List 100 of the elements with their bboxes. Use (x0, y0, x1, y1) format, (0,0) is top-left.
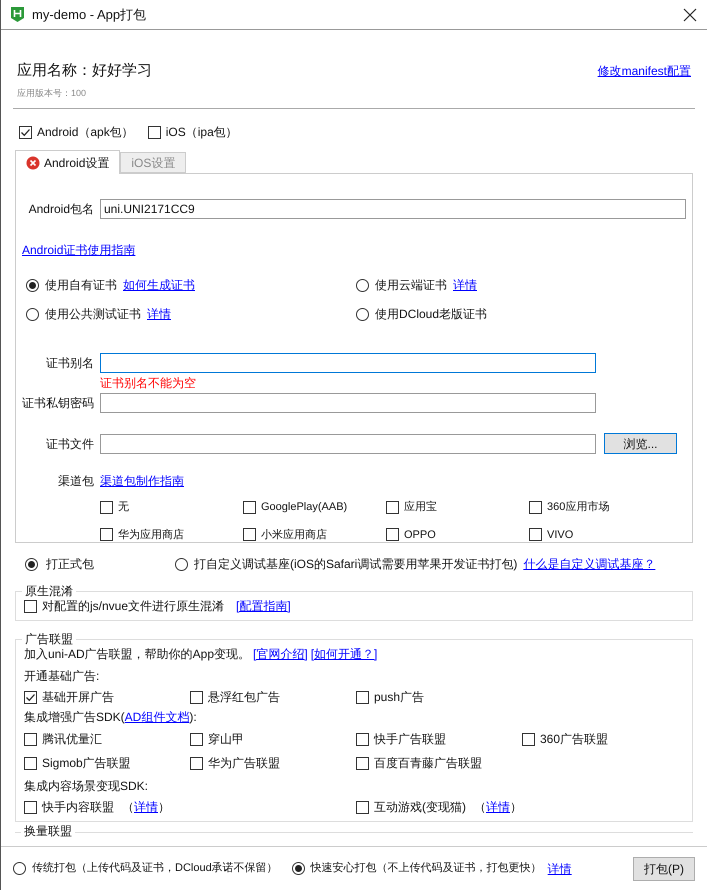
checkbox[interactable]: 腾讯优量汇 (24, 730, 190, 748)
checkbox-label: 360应用市场 (547, 500, 610, 515)
checkbox-box[interactable] (100, 528, 113, 542)
checkbox[interactable]: 无 (100, 499, 243, 516)
checkbox-box[interactable] (386, 528, 399, 542)
link[interactable]: [官网介绍] (253, 645, 308, 663)
radio-button[interactable] (25, 558, 38, 570)
checkbox-box[interactable] (356, 756, 369, 770)
checkbox-box[interactable] (24, 732, 37, 746)
field-label: 证书别名 (45, 355, 94, 372)
text-field[interactable] (100, 393, 596, 413)
checkbox-box[interactable] (243, 500, 256, 514)
radio-button[interactable] (356, 278, 369, 292)
checkbox-box[interactable] (522, 732, 535, 746)
checkbox-box[interactable] (529, 528, 542, 542)
checkbox-box[interactable] (190, 756, 203, 770)
checkbox[interactable]: 小米应用商店 (243, 526, 386, 543)
link[interactable]: 详情 (147, 305, 171, 323)
link[interactable]: 详情 (134, 798, 158, 816)
link[interactable]: [如何开通？] (310, 645, 378, 663)
checkbox-box[interactable] (356, 732, 369, 746)
text-field[interactable] (100, 434, 596, 454)
checkbox-label: 华为应用商店 (118, 528, 184, 542)
checkbox-box[interactable] (190, 732, 203, 746)
group-title: 换量联盟 (21, 824, 75, 838)
checkbox[interactable]: 快手广告联盟 (356, 730, 522, 748)
checkbox-label: 华为广告联盟 (208, 755, 280, 772)
field-label: 渠道包 (57, 473, 94, 490)
checkbox[interactable]: 悬浮红包广告 (190, 688, 356, 706)
radio-button[interactable] (13, 862, 26, 875)
checkbox[interactable]: iOS（ipa包） (148, 123, 238, 141)
channel-guide-link[interactable]: 渠道包制作指南 (100, 472, 184, 490)
section-label: 集成内容场景变现SDK: (24, 778, 150, 793)
checkbox[interactable]: Android（apk包） (19, 123, 134, 141)
link[interactable]: 详情 (453, 276, 477, 294)
checkbox-box[interactable] (243, 528, 256, 542)
text-field[interactable] (100, 353, 596, 373)
build-button[interactable]: 打包(P) (633, 856, 695, 880)
checkbox-box[interactable] (24, 690, 37, 704)
radio-button[interactable] (292, 862, 305, 875)
radio-button[interactable] (356, 308, 369, 320)
checkbox[interactable]: 快手内容联盟 (24, 798, 114, 816)
checkbox-label: 快手广告联盟 (374, 731, 446, 748)
checkbox-label: 基础开屏广告 (42, 689, 114, 706)
checkbox[interactable]: 应用宝 (386, 499, 529, 516)
link[interactable]: 详情 (548, 860, 572, 878)
link[interactable]: 什么是自定义调试基座？ (523, 555, 656, 573)
checkbox-label: Sigmob广告联盟 (42, 755, 131, 772)
checkbox-box[interactable] (24, 600, 37, 612)
checkbox-box[interactable] (356, 800, 369, 814)
close-icon[interactable] (683, 8, 697, 22)
radio-button[interactable] (26, 278, 39, 292)
certificate-guide-link[interactable]: Android证书使用指南 (22, 243, 136, 257)
section-label: 开通基础广告: (24, 668, 100, 683)
checkbox-box[interactable] (24, 800, 37, 814)
package-name-field[interactable]: uni.UNI2171CC9 (100, 199, 686, 219)
checkbox[interactable]: Sigmob广告联盟 (24, 754, 190, 772)
link[interactable]: AD组件文档 (124, 708, 190, 726)
checkbox[interactable]: 360应用市场 (529, 499, 672, 516)
radio-button[interactable] (26, 308, 39, 320)
checkbox[interactable]: 穿山甲 (190, 730, 356, 748)
radio-button[interactable] (175, 558, 188, 570)
link[interactable]: [配置指南] (236, 597, 291, 615)
radio-label: 使用DCloud老版证书 (375, 306, 488, 323)
checkbox-box[interactable] (190, 690, 203, 704)
checkbox-box[interactable] (19, 126, 32, 138)
link[interactable]: 如何生成证书 (123, 276, 195, 294)
checkbox[interactable]: 华为应用商店 (100, 526, 243, 543)
checkbox-label: iOS（ipa包） (166, 124, 238, 141)
checkbox[interactable]: 百度百青藤广告联盟 (356, 754, 522, 772)
checkbox-label: 应用宝 (404, 500, 437, 515)
checkbox[interactable]: GooglePlay(AAB) (243, 499, 386, 516)
checkbox[interactable]: VIVO (529, 526, 672, 543)
checkbox-box[interactable] (529, 500, 542, 514)
checkbox[interactable]: 基础开屏广告 (24, 688, 190, 706)
checkbox-label: 快手内容联盟 (42, 799, 114, 816)
window-title: my-demo - App打包 (32, 6, 146, 24)
manifest-link[interactable]: 修改manifest配置 (598, 64, 691, 78)
field-label: 证书私钥密码 (22, 395, 94, 412)
checkbox-label: push广告 (374, 689, 424, 706)
checkbox-label: OPPO (404, 528, 436, 542)
browse-button[interactable]: 浏览... (604, 433, 677, 454)
checkbox[interactable]: 互动游戏(变现猫) (356, 798, 466, 816)
radio-label: 打自定义调试基座(iOS的Safari调试需要用苹果开发证书打包) (194, 556, 518, 573)
checkbox-box[interactable] (386, 500, 399, 514)
tab[interactable]: Android设置 (15, 150, 120, 174)
checkbox-label: 小米应用商店 (261, 528, 327, 542)
app-name: 应用名称：好好学习 (17, 61, 152, 81)
checkbox[interactable]: 华为广告联盟 (190, 754, 356, 772)
checkbox-box[interactable] (24, 756, 37, 770)
checkbox-box[interactable] (148, 126, 161, 138)
link[interactable]: 详情 (486, 798, 510, 816)
checkbox-label: 悬浮红包广告 (208, 689, 280, 706)
radio-label: 使用公共测试证书 (45, 306, 141, 323)
checkbox[interactable]: 360广告联盟 (522, 730, 688, 748)
checkbox[interactable]: push广告 (356, 688, 522, 706)
checkbox-label: Android（apk包） (37, 124, 134, 141)
checkbox-box[interactable] (356, 690, 369, 704)
checkbox[interactable]: OPPO (386, 526, 529, 543)
checkbox-box[interactable] (100, 500, 113, 514)
